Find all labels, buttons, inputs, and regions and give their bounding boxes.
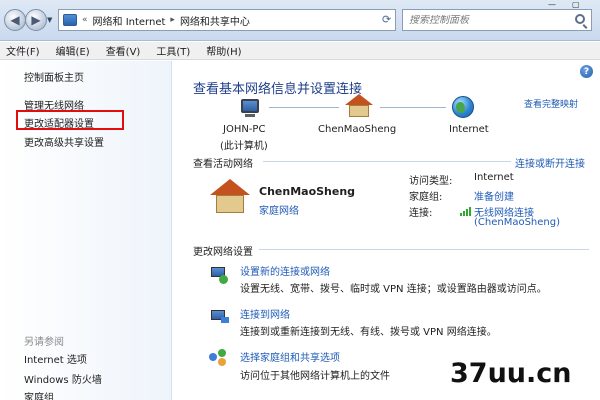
control-panel-icon: [63, 14, 77, 26]
menu-view[interactable]: 查看(V): [106, 43, 141, 58]
connect-disconnect-link[interactable]: 连接或断开连接: [515, 155, 585, 170]
computer-stand-icon: [245, 114, 255, 117]
breadcrumb-item-network-center[interactable]: 网络和共享中心: [180, 13, 250, 28]
task-homegroup-desc: 访问位于其他网络计算机上的文件: [240, 371, 390, 382]
change-settings-heading: 更改网络设置: [193, 247, 253, 258]
wifi-signal-icon: [460, 207, 472, 216]
watermark-text: 37uu.cn: [450, 358, 572, 389]
pc-name: JOHN-PC: [223, 124, 266, 135]
sidebar-item-home[interactable]: 控制面板主页: [24, 69, 84, 84]
task-homegroup-link[interactable]: 选择家庭组和共享选项: [240, 349, 340, 364]
internet-node-name: Internet: [449, 124, 489, 135]
breadcrumb-item-network-internet[interactable]: 网络和 Internet: [93, 13, 166, 28]
sidebar-item-advanced-sharing[interactable]: 更改高级共享设置: [24, 134, 104, 149]
task-connect-network-desc: 连接到或重新连接到无线、有线、拨号或 VPN 网络连接。: [240, 327, 497, 338]
highlight-box: [16, 110, 124, 130]
connection-ssid-link[interactable]: (ChenMaoSheng): [474, 217, 560, 228]
full-map-link[interactable]: 查看完整映射: [524, 97, 578, 110]
sidebar-item-internet-options[interactable]: Internet 选项: [24, 351, 87, 366]
network-node-name: ChenMaoSheng: [318, 124, 397, 135]
homegroup-label: 家庭组:: [409, 192, 443, 203]
internet-globe-icon: [452, 96, 474, 118]
access-type-value: Internet: [474, 172, 514, 183]
house-roof-icon: [345, 94, 373, 105]
house-icon: [349, 105, 369, 117]
breadcrumb[interactable]: « 网络和 Internet ▸ 网络和共享中心: [58, 9, 396, 31]
divider: [263, 161, 511, 162]
history-dropdown-icon[interactable]: ▼: [47, 16, 55, 24]
forward-arrow-icon: ▶: [31, 13, 41, 27]
home-network-roof-icon: [210, 179, 250, 195]
back-button[interactable]: ◀: [4, 9, 26, 31]
breadcrumb-separator-icon[interactable]: ▸: [170, 15, 175, 25]
active-networks-heading: 查看活动网络: [193, 159, 253, 170]
see-also-title: 另请参阅: [24, 337, 64, 348]
breadcrumb-overflow-icon[interactable]: «: [82, 15, 88, 25]
access-type-label: 访问类型:: [409, 176, 453, 187]
menu-bar: 文件(F) 编辑(E) 查看(V) 工具(T) 帮助(H): [0, 42, 600, 60]
maximize-icon[interactable]: ▢: [572, 0, 580, 10]
sidebar-item-firewall[interactable]: Windows 防火墙: [24, 371, 102, 386]
address-bar: ◀ ▶ ▼ « 网络和 Internet ▸ 网络和共享中心 ⟳ — ▢: [0, 0, 600, 41]
menu-tools[interactable]: 工具(T): [156, 43, 190, 58]
connect-network-icon: [209, 307, 231, 327]
homegroup-options-icon: [209, 349, 231, 369]
computer-icon: [241, 99, 259, 113]
task-connect-network-link[interactable]: 连接到网络: [240, 306, 290, 321]
menu-file[interactable]: 文件(F): [6, 43, 40, 58]
menu-help[interactable]: 帮助(H): [206, 43, 241, 58]
back-arrow-icon: ◀: [10, 13, 20, 27]
help-icon[interactable]: ?: [580, 65, 593, 78]
sidebar-item-homegroup[interactable]: 家庭组: [24, 389, 54, 400]
connection-label: 连接:: [409, 208, 433, 219]
map-line: [269, 107, 339, 108]
home-network-icon: [216, 195, 244, 213]
homegroup-link[interactable]: 准备创建: [474, 188, 514, 203]
task-new-connection-link[interactable]: 设置新的连接或网络: [240, 263, 330, 278]
page-title: 查看基本网络信息并设置连接: [193, 82, 363, 97]
forward-button[interactable]: ▶: [25, 9, 47, 31]
divider: [259, 249, 589, 250]
new-connection-icon: [209, 265, 231, 285]
main-content: ? 查看基本网络信息并设置连接 查看完整映射 JOHN-PC (此计算机) Ch…: [173, 61, 600, 400]
pc-sub: (此计算机): [220, 141, 268, 152]
task-new-connection-desc: 设置无线、宽带、拨号、临时或 VPN 连接；或设置路由器或访问点。: [240, 284, 547, 295]
search-input[interactable]: [409, 14, 569, 26]
search-icon[interactable]: [575, 14, 585, 24]
network-name: ChenMaoSheng: [259, 185, 356, 198]
search-box[interactable]: [402, 9, 592, 31]
map-line: [380, 107, 446, 108]
menu-edit[interactable]: 编辑(E): [56, 43, 90, 58]
refresh-icon[interactable]: ⟳: [382, 13, 391, 26]
minimize-icon[interactable]: —: [548, 0, 556, 10]
network-type-link[interactable]: 家庭网络: [259, 202, 299, 217]
